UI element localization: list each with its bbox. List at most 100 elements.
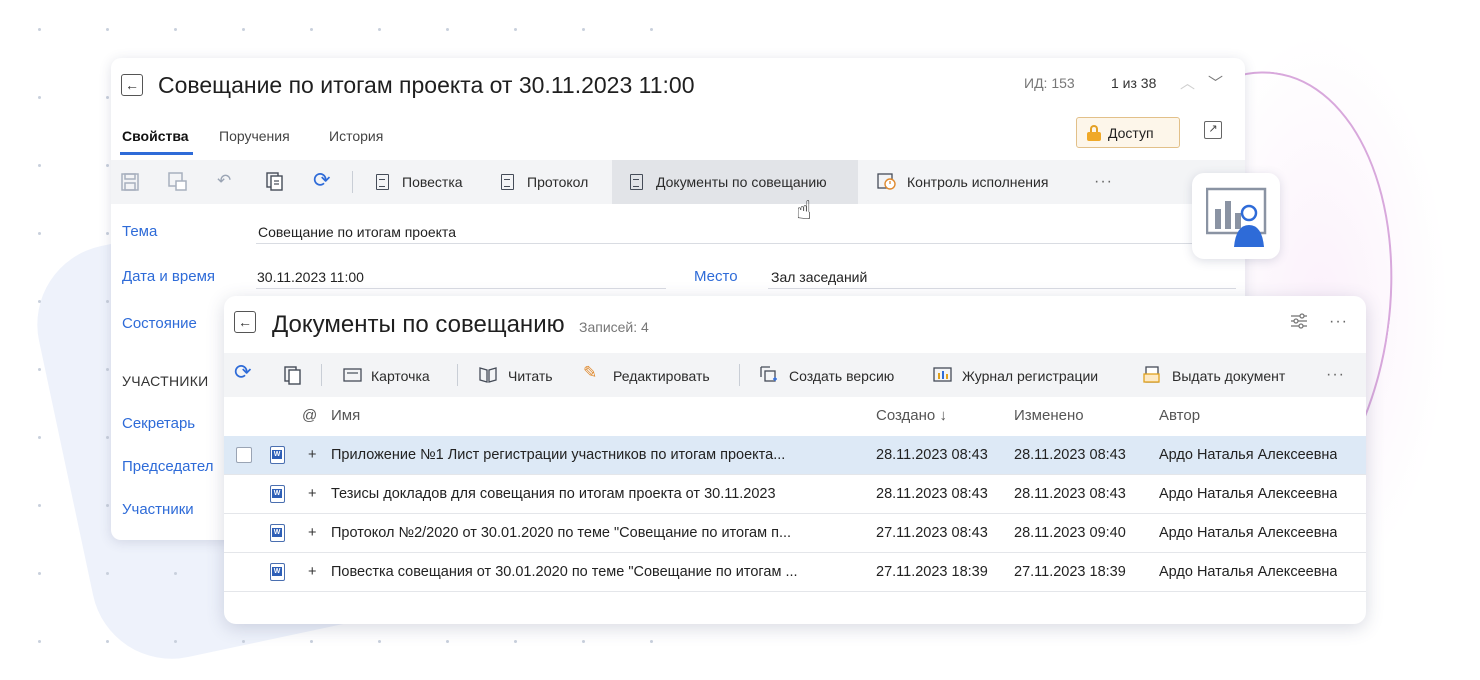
secretary-label: Секретарь	[122, 415, 196, 432]
background-dot	[106, 232, 109, 235]
record-position: 1 из 38	[1111, 75, 1157, 91]
page-title: Совещание по итогам проекта от 30.11.202…	[158, 72, 695, 98]
copy-icon[interactable]	[284, 366, 302, 386]
expand-button[interactable]: +	[308, 564, 316, 580]
open-in-window-icon[interactable]: ↗	[1204, 121, 1222, 139]
background-dot	[514, 640, 517, 643]
save-icon[interactable]	[121, 173, 139, 191]
create-version-button[interactable]: Создать версию	[789, 368, 894, 384]
table-row[interactable]: W + Протокол №2/2020 от 30.01.2020 по те…	[224, 514, 1366, 553]
tab-history[interactable]: История	[329, 128, 383, 144]
expand-button[interactable]: +	[308, 525, 316, 541]
read-button[interactable]: Читать	[508, 368, 553, 384]
registration-journal-button[interactable]: Журнал регистрации	[962, 368, 1098, 384]
toolbar-separator	[352, 171, 353, 193]
place-field[interactable]: Зал заседаний	[771, 269, 867, 285]
background-dot	[378, 640, 381, 643]
expand-button[interactable]: +	[308, 486, 316, 502]
pencil-icon: ✎	[583, 363, 598, 382]
author-name: Ардо Наталья Алексеевна	[1159, 447, 1338, 463]
toolbar-separator	[321, 364, 322, 386]
modified-date: 28.11.2023 08:43	[1014, 486, 1126, 502]
modified-date: 27.11.2023 18:39	[1014, 564, 1126, 580]
background-dot	[38, 28, 41, 31]
document-name[interactable]: Тезисы докладов для совещания по итогам …	[331, 486, 871, 502]
avatar[interactable]	[1192, 173, 1280, 259]
table-row[interactable]: W + Приложение №1 Лист регистрации участ…	[224, 436, 1366, 475]
save-and-close-icon[interactable]	[168, 172, 188, 192]
documents-more-button[interactable]: ···	[1329, 313, 1348, 331]
toolbar-more-button[interactable]: ···	[1326, 366, 1345, 384]
background-dot	[106, 28, 109, 31]
table-row[interactable]: W + Тезисы докладов для совещания по ито…	[224, 475, 1366, 514]
tab-assignments[interactable]: Поручения	[219, 128, 290, 144]
hand-cursor-icon: ☝	[796, 195, 812, 225]
author-name: Ардо Наталья Алексеевна	[1159, 486, 1338, 502]
background-dot	[106, 368, 109, 371]
filter-settings-icon[interactable]	[1290, 312, 1308, 330]
background-dot	[106, 572, 109, 575]
document-name[interactable]: Повестка совещания от 30.01.2020 по теме…	[331, 564, 871, 580]
expand-button[interactable]: +	[308, 447, 316, 463]
meeting-documents-button[interactable]: Документы по совещанию	[656, 174, 827, 190]
datetime-field[interactable]: 30.11.2023 11:00	[257, 269, 364, 285]
edit-button[interactable]: Редактировать	[613, 368, 710, 384]
word-document-icon: W	[270, 563, 285, 581]
documents-back-button[interactable]: ←	[234, 311, 256, 333]
background-dot	[38, 164, 41, 167]
access-button-label: Доступ	[1108, 124, 1154, 141]
agenda-icon	[376, 174, 389, 190]
column-header-created[interactable]: Создано ↓	[876, 407, 947, 424]
column-header-modified[interactable]: Изменено	[1014, 407, 1084, 424]
background-dot	[650, 640, 653, 643]
chevron-down-icon[interactable]: ﹀	[1208, 72, 1223, 93]
more-actions-button[interactable]: ···	[1094, 173, 1113, 191]
arrow-left-icon: ←	[238, 314, 252, 330]
author-name: Ардо Наталья Алексеевна	[1159, 525, 1338, 541]
protocol-button[interactable]: Протокол	[527, 174, 588, 190]
participants-label: Участники	[122, 501, 194, 518]
back-button[interactable]: ←	[121, 74, 143, 96]
column-header-author[interactable]: Автор	[1159, 407, 1200, 424]
topic-field-underline	[256, 243, 1236, 244]
chairman-label: Председател	[122, 458, 214, 475]
document-name[interactable]: Приложение №1 Лист регистрации участнико…	[331, 447, 871, 463]
agenda-button[interactable]: Повестка	[402, 174, 463, 190]
row-checkbox[interactable]	[236, 447, 252, 463]
background-dot	[174, 640, 177, 643]
card-button[interactable]: Карточка	[371, 368, 430, 384]
datetime-label: Дата и время	[122, 268, 216, 285]
toolbar-separator	[457, 364, 458, 386]
record-id: ИД: 153	[1024, 75, 1075, 91]
undo-icon[interactable]: ↶	[217, 172, 231, 189]
refresh-icon[interactable]: ⟳	[234, 362, 252, 383]
chevron-up-icon[interactable]: ︿	[1180, 72, 1195, 93]
execution-control-button[interactable]: Контроль исполнения	[907, 174, 1048, 190]
background-dot	[106, 300, 109, 303]
access-button[interactable]: Доступ	[1076, 117, 1180, 148]
modified-date: 28.11.2023 09:40	[1014, 525, 1126, 541]
background-dot	[38, 640, 41, 643]
table-row[interactable]: W + Повестка совещания от 30.01.2020 по …	[224, 553, 1366, 592]
background-dot	[38, 368, 41, 371]
place-label: Место	[694, 268, 738, 285]
topic-field[interactable]: Совещание по итогам проекта	[258, 224, 456, 240]
created-date: 27.11.2023 08:43	[876, 525, 988, 541]
issue-document-button[interactable]: Выдать документ	[1172, 368, 1285, 384]
background-dot	[582, 28, 585, 31]
refresh-icon[interactable]: ⟳	[313, 170, 331, 191]
topic-label: Тема	[122, 223, 158, 240]
active-tab-indicator	[120, 152, 193, 155]
document-name[interactable]: Протокол №2/2020 от 30.01.2020 по теме "…	[331, 525, 871, 541]
background-dot	[106, 640, 109, 643]
copy-icon[interactable]	[266, 172, 284, 192]
documents-title: Документы по совещанию	[272, 311, 565, 338]
column-header-attachment[interactable]: @	[302, 407, 317, 424]
background-dot	[650, 28, 653, 31]
background-dot	[106, 164, 109, 167]
background-dot	[38, 96, 41, 99]
background-dot	[38, 504, 41, 507]
word-document-icon: W	[270, 446, 285, 464]
column-header-name[interactable]: Имя	[331, 407, 360, 424]
tab-properties[interactable]: Свойства	[122, 128, 189, 144]
